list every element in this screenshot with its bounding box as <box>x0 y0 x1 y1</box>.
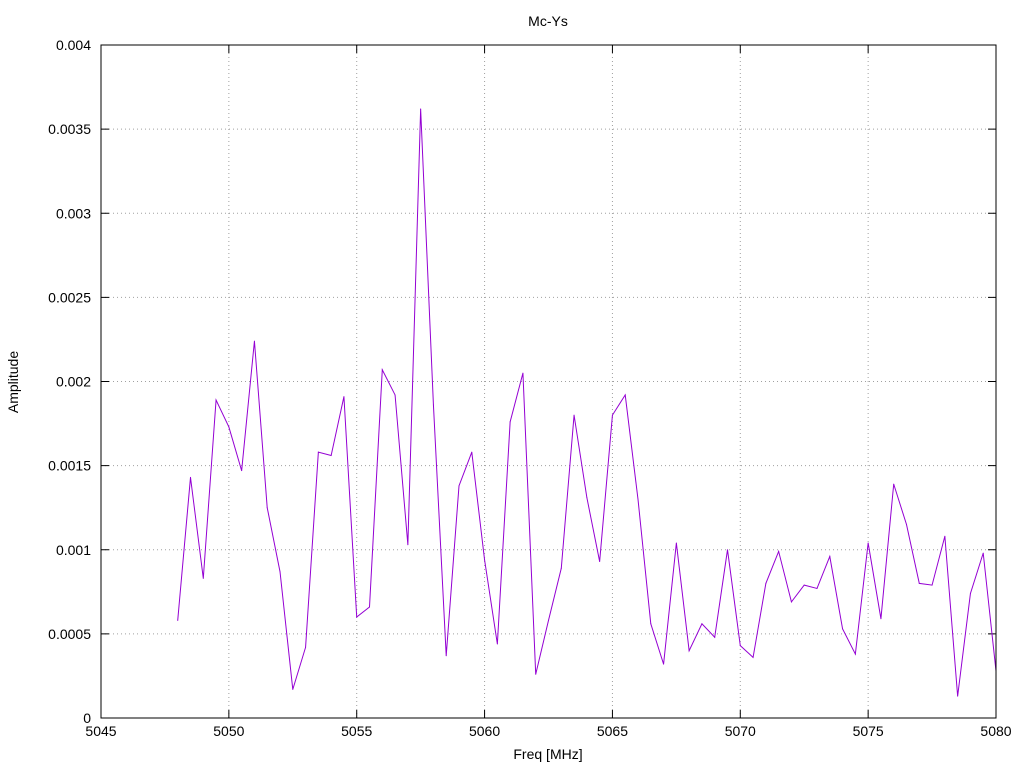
data-point <box>931 584 933 586</box>
y-tick-label: 0.001 <box>56 542 91 558</box>
data-point <box>177 619 179 621</box>
data-point <box>381 369 383 371</box>
data-point <box>432 404 434 406</box>
data-point <box>790 601 792 603</box>
data-point <box>369 606 370 608</box>
data-point <box>241 470 243 472</box>
y-tick-label: 0.0015 <box>48 458 91 474</box>
data-point <box>918 582 920 584</box>
data-point <box>880 618 882 620</box>
x-tick-label: 5060 <box>469 723 500 739</box>
data-point <box>727 549 728 551</box>
data-point <box>573 414 575 416</box>
data-point <box>752 656 754 658</box>
data-point <box>548 619 549 621</box>
data-point <box>867 542 869 544</box>
data-point <box>445 655 447 657</box>
data-point <box>624 394 626 396</box>
data-point <box>765 582 767 584</box>
y-tick-label: 0.0035 <box>48 121 91 137</box>
data-point <box>829 555 831 557</box>
data-point <box>714 636 716 638</box>
data-point <box>317 451 319 453</box>
data-point <box>228 426 230 428</box>
data-point <box>739 645 741 647</box>
y-tick-label: 0 <box>83 710 91 726</box>
y-tick-label: 0.004 <box>56 37 91 53</box>
y-axis-label: Amplitude <box>5 351 21 413</box>
data-point <box>484 559 486 561</box>
data-point <box>420 108 422 110</box>
data-point <box>816 587 818 589</box>
data-point <box>893 483 895 485</box>
data-point <box>330 455 332 457</box>
data-point <box>509 421 511 423</box>
data-point <box>292 688 294 690</box>
chart-background <box>0 0 1024 768</box>
data-point <box>650 623 652 625</box>
data-point <box>969 593 971 594</box>
chart: 5045 5050 5055 5060 5065 5070 5075 5080 00.0005… <box>0 0 1024 768</box>
data-point <box>266 507 268 509</box>
data-point <box>688 650 690 652</box>
data-point <box>663 663 665 665</box>
y-tick-label: 0.0005 <box>48 626 91 642</box>
data-point <box>778 550 780 552</box>
x-tick-label: 5070 <box>725 723 756 739</box>
data-point <box>675 542 677 544</box>
data-point <box>944 535 946 537</box>
x-tick-label: 5080 <box>980 723 1011 739</box>
data-point <box>701 623 703 625</box>
chart-title: Mc-Ys <box>528 13 568 29</box>
x-tick-label: 5050 <box>213 723 244 739</box>
data-point <box>407 544 409 546</box>
data-point <box>560 567 562 569</box>
data-point <box>906 524 907 526</box>
y-tick-label: 0.0025 <box>48 289 91 305</box>
x-tick-label: 5055 <box>341 723 372 739</box>
data-point <box>471 451 473 453</box>
data-point <box>356 616 358 618</box>
data-point <box>458 485 460 487</box>
data-point <box>343 396 345 398</box>
data-point <box>496 643 498 645</box>
data-point <box>803 584 805 586</box>
y-tick-label: 0.002 <box>56 374 91 390</box>
data-point <box>637 498 639 500</box>
data-point <box>279 571 281 573</box>
data-point <box>957 695 959 697</box>
data-point <box>982 552 984 554</box>
data-point <box>190 476 191 478</box>
data-point <box>522 372 524 374</box>
data-point <box>611 414 613 416</box>
data-point <box>253 340 255 342</box>
data-point <box>842 628 844 630</box>
y-tick-label: 0.003 <box>56 205 91 221</box>
data-point <box>305 646 307 648</box>
data-point <box>215 399 217 401</box>
data-point <box>202 577 204 579</box>
data-point <box>586 497 588 499</box>
data-point <box>394 394 396 396</box>
x-axis-label: Freq [MHz] <box>513 746 582 762</box>
data-point <box>599 561 601 563</box>
data-point <box>535 673 537 675</box>
data-point <box>854 653 856 655</box>
x-tick-label: 5065 <box>597 723 628 739</box>
x-tick-label: 5075 <box>853 723 884 739</box>
